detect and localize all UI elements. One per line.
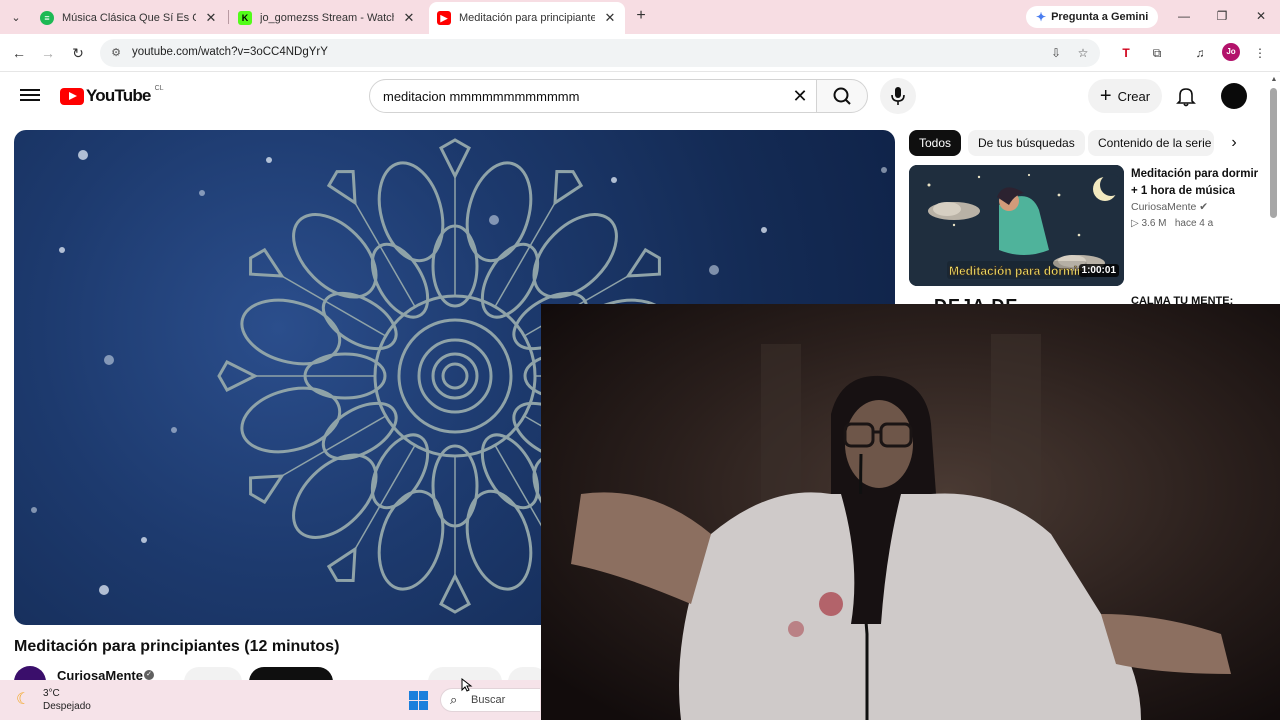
- recommendation-channel[interactable]: CuriosaMente ✔: [1131, 201, 1208, 213]
- search-query[interactable]: meditacion mmmmmmmmmmmm: [383, 89, 579, 104]
- search-icon: [833, 87, 851, 105]
- chip-contenido-serie[interactable]: Contenido de la serie: [1088, 130, 1214, 156]
- tab-close-icon[interactable]: ✕: [204, 10, 218, 26]
- account-avatar[interactable]: [1221, 83, 1247, 109]
- webcam-feed: [541, 304, 1280, 720]
- play-icon: ▷: [1131, 218, 1139, 229]
- install-app-icon[interactable]: ⇩: [1048, 45, 1064, 61]
- search-input[interactable]: meditacion mmmmmmmmmmmm ✕: [369, 79, 817, 113]
- chevron-right-icon[interactable]: ›: [1224, 134, 1244, 154]
- new-tab-button[interactable]: +: [632, 7, 650, 25]
- bookmark-star-icon[interactable]: ☆: [1075, 45, 1091, 61]
- address-toolbar: ← → ↻ ⚙ youtube.com/watch?v=3oCC4NDgYrY …: [0, 34, 1280, 72]
- close-window-icon[interactable]: ✕: [1251, 6, 1271, 26]
- video-title: Meditación para principiantes (12 minuto…: [14, 638, 340, 655]
- page-scrollbar[interactable]: [1270, 88, 1277, 218]
- browser-menu-icon[interactable]: ⋮: [1250, 43, 1270, 63]
- voice-search-button[interactable]: [880, 78, 916, 114]
- recommendation-thumbnail[interactable]: Meditación para dormir 1:00:01: [909, 165, 1124, 286]
- weather-temperature[interactable]: 3°C: [43, 688, 60, 699]
- gemini-label: Pregunta a Gemini: [1051, 11, 1149, 23]
- profile-avatar[interactable]: Jo: [1222, 43, 1240, 61]
- chip-de-tus-busquedas[interactable]: De tus búsquedas: [968, 130, 1085, 156]
- recommendation-title[interactable]: Meditación para dormir + 1 hora de músic…: [1131, 166, 1261, 200]
- moon-weather-icon[interactable]: ☾: [16, 690, 36, 710]
- youtube-logo[interactable]: YouTube CL: [60, 84, 164, 106]
- media-controls-icon[interactable]: ♫: [1190, 43, 1210, 63]
- video-duration: 1:00:01: [1078, 264, 1119, 277]
- recommendation-channel-name: CuriosaMente: [1131, 201, 1197, 213]
- extensions-puzzle-icon[interactable]: ⧉: [1147, 43, 1167, 63]
- forward-icon[interactable]: →: [38, 43, 58, 63]
- gemini-icon: ✦: [1036, 10, 1047, 24]
- translate-extension-icon[interactable]: T: [1116, 43, 1136, 63]
- recommendation-meta: ▷ 3.6 M hace 4 a: [1131, 218, 1213, 229]
- scroll-up-arrow-icon[interactable]: ▲: [1269, 76, 1279, 86]
- tab-close-icon[interactable]: ✕: [603, 10, 617, 26]
- tab-separator: [228, 10, 229, 24]
- tab-title: Meditación para principiantes (: [459, 12, 595, 24]
- gemini-button[interactable]: ✦ Pregunta a Gemini: [1026, 6, 1159, 28]
- verified-check-icon: ✔: [1199, 201, 1209, 213]
- windows-start-icon[interactable]: [409, 691, 428, 710]
- minimize-icon[interactable]: —: [1174, 6, 1194, 26]
- tab-close-icon[interactable]: ✕: [402, 10, 416, 26]
- webcam-overlay: [541, 304, 1280, 720]
- browser-tab-strip: ⌄ ≡ Música Clásica Que Sí Es Clásica ✕ K…: [0, 0, 1280, 34]
- site-info-icon[interactable]: ⚙: [108, 45, 124, 61]
- tab-title: Música Clásica Que Sí Es Clásica: [62, 12, 196, 24]
- taskbar-search-box[interactable]: ⌕ Buscar: [440, 688, 540, 712]
- hamburger-menu-icon[interactable]: [20, 86, 40, 106]
- search-icon: ⌕: [450, 692, 458, 707]
- tab-youtube-active[interactable]: ▶ Meditación para principiantes ( ✕: [429, 2, 625, 34]
- youtube-wordmark: YouTube: [86, 86, 151, 105]
- upload-age: hace 4 a: [1174, 218, 1214, 229]
- tab-search-chevron-icon[interactable]: ⌄: [6, 7, 26, 27]
- spotify-icon: ≡: [40, 11, 54, 25]
- reload-icon[interactable]: ↻: [68, 43, 88, 63]
- search-button[interactable]: [816, 79, 868, 113]
- thumbnail-caption: Meditación para dormir: [949, 264, 1082, 278]
- kick-icon: K: [238, 11, 252, 25]
- taskbar-search-label: Buscar: [471, 694, 506, 706]
- view-count: 3.6 M: [1141, 218, 1167, 229]
- weather-condition[interactable]: Despejado: [43, 701, 91, 712]
- microphone-icon: [891, 87, 905, 105]
- clear-search-icon[interactable]: ✕: [790, 86, 810, 106]
- omnibox[interactable]: ⚙ youtube.com/watch?v=3oCC4NDgYrY ⇩ ☆: [100, 39, 1100, 67]
- tab-title: jo_gomezss Stream - Watch Live: [260, 12, 394, 24]
- restore-icon[interactable]: ❐: [1212, 6, 1232, 26]
- youtube-play-icon: [60, 87, 84, 105]
- create-button[interactable]: + Crear: [1088, 79, 1162, 113]
- back-icon[interactable]: ←: [9, 43, 29, 63]
- youtube-icon: ▶: [437, 11, 451, 25]
- url-text[interactable]: youtube.com/watch?v=3oCC4NDgYrY: [132, 46, 328, 58]
- tab-kick[interactable]: K jo_gomezss Stream - Watch Live ✕: [230, 4, 424, 32]
- notifications-bell-icon[interactable]: [1174, 84, 1198, 108]
- country-code: CL: [154, 84, 164, 92]
- create-label: Crear: [1117, 88, 1151, 104]
- chip-todos[interactable]: Todos: [909, 130, 962, 156]
- plus-icon: +: [1099, 85, 1112, 107]
- tab-spotify[interactable]: ≡ Música Clásica Que Sí Es Clásica ✕: [32, 4, 226, 32]
- mouse-cursor-icon: [461, 678, 473, 692]
- verified-check-icon: ✓: [144, 670, 154, 680]
